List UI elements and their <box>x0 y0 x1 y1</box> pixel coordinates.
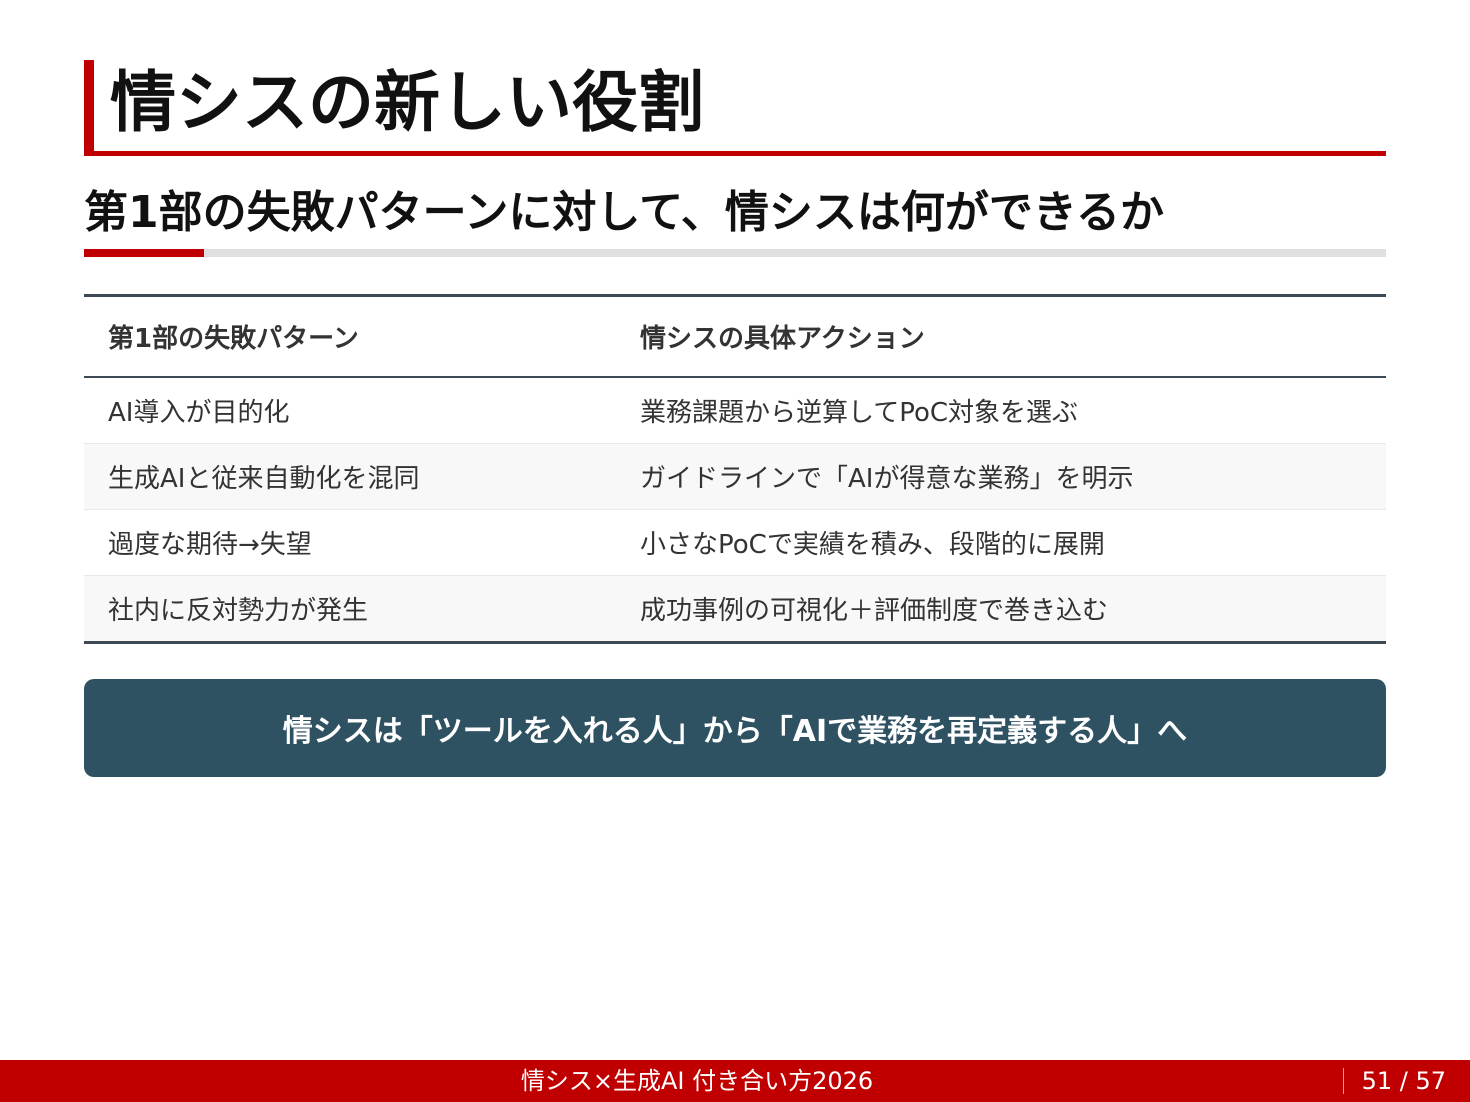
footer-bar: 情シス×生成AI 付き合い方2026 51 / 57 <box>0 1060 1470 1102</box>
title-frame: 情シスの新しい役割 <box>84 60 1386 156</box>
table-header-action: 情シスの具体アクション <box>616 295 1386 378</box>
table-cell-failure: 生成AIと従来自動化を混同 <box>84 443 616 510</box>
table-header-failure: 第1部の失敗パターン <box>84 295 616 378</box>
key-message-text: 情シスは「ツールを入れる人」から「AIで業務を再定義する人」へ <box>282 714 1188 749</box>
table-header-row: 第1部の失敗パターン 情シスの具体アクション <box>84 295 1386 378</box>
table-row: AI導入が目的化 業務課題から逆算してPoC対象を選ぶ <box>84 377 1386 444</box>
table-cell-action: 成功事例の可視化＋評価制度で巻き込む <box>616 575 1386 643</box>
footer-divider <box>1343 1068 1344 1094</box>
key-message-callout: 情シスは「ツールを入れる人」から「AIで業務を再定義する人」へ <box>84 679 1386 777</box>
table-row: 過度な期待→失望 小さなPoCで実績を積み、段階的に展開 <box>84 509 1386 576</box>
failure-action-table: 第1部の失敗パターン 情シスの具体アクション AI導入が目的化 業務課題から逆算… <box>84 294 1386 644</box>
table-cell-action: 小さなPoCで実績を積み、段階的に展開 <box>616 509 1386 576</box>
page-title: 情シスの新しい役割 <box>110 64 704 141</box>
page-subtitle: 第1部の失敗パターンに対して、情シスは何ができるか <box>84 187 1165 238</box>
table-cell-action: ガイドラインで「AIが得意な業務」を明示 <box>616 443 1386 510</box>
table-row: 社内に反対勢力が発生 成功事例の可視化＋評価制度で巻き込む <box>84 575 1386 643</box>
subtitle-underline <box>84 249 1386 257</box>
slide: 情シスの新しい役割 第1部の失敗パターンに対して、情シスは何ができるか 第1部の… <box>0 0 1470 1102</box>
table-row: 生成AIと従来自動化を混同 ガイドラインで「AIが得意な業務」を明示 <box>84 443 1386 510</box>
table-cell-failure: AI導入が目的化 <box>84 377 616 444</box>
table-cell-action: 業務課題から逆算してPoC対象を選ぶ <box>616 377 1386 444</box>
subtitle-underline-accent <box>84 249 204 257</box>
page-number: 51 / 57 <box>1361 1067 1446 1095</box>
table-cell-failure: 社内に反対勢力が発生 <box>84 575 616 643</box>
footer-title: 情シス×生成AI 付き合い方2026 <box>520 1067 874 1095</box>
table-cell-failure: 過度な期待→失望 <box>84 509 616 576</box>
